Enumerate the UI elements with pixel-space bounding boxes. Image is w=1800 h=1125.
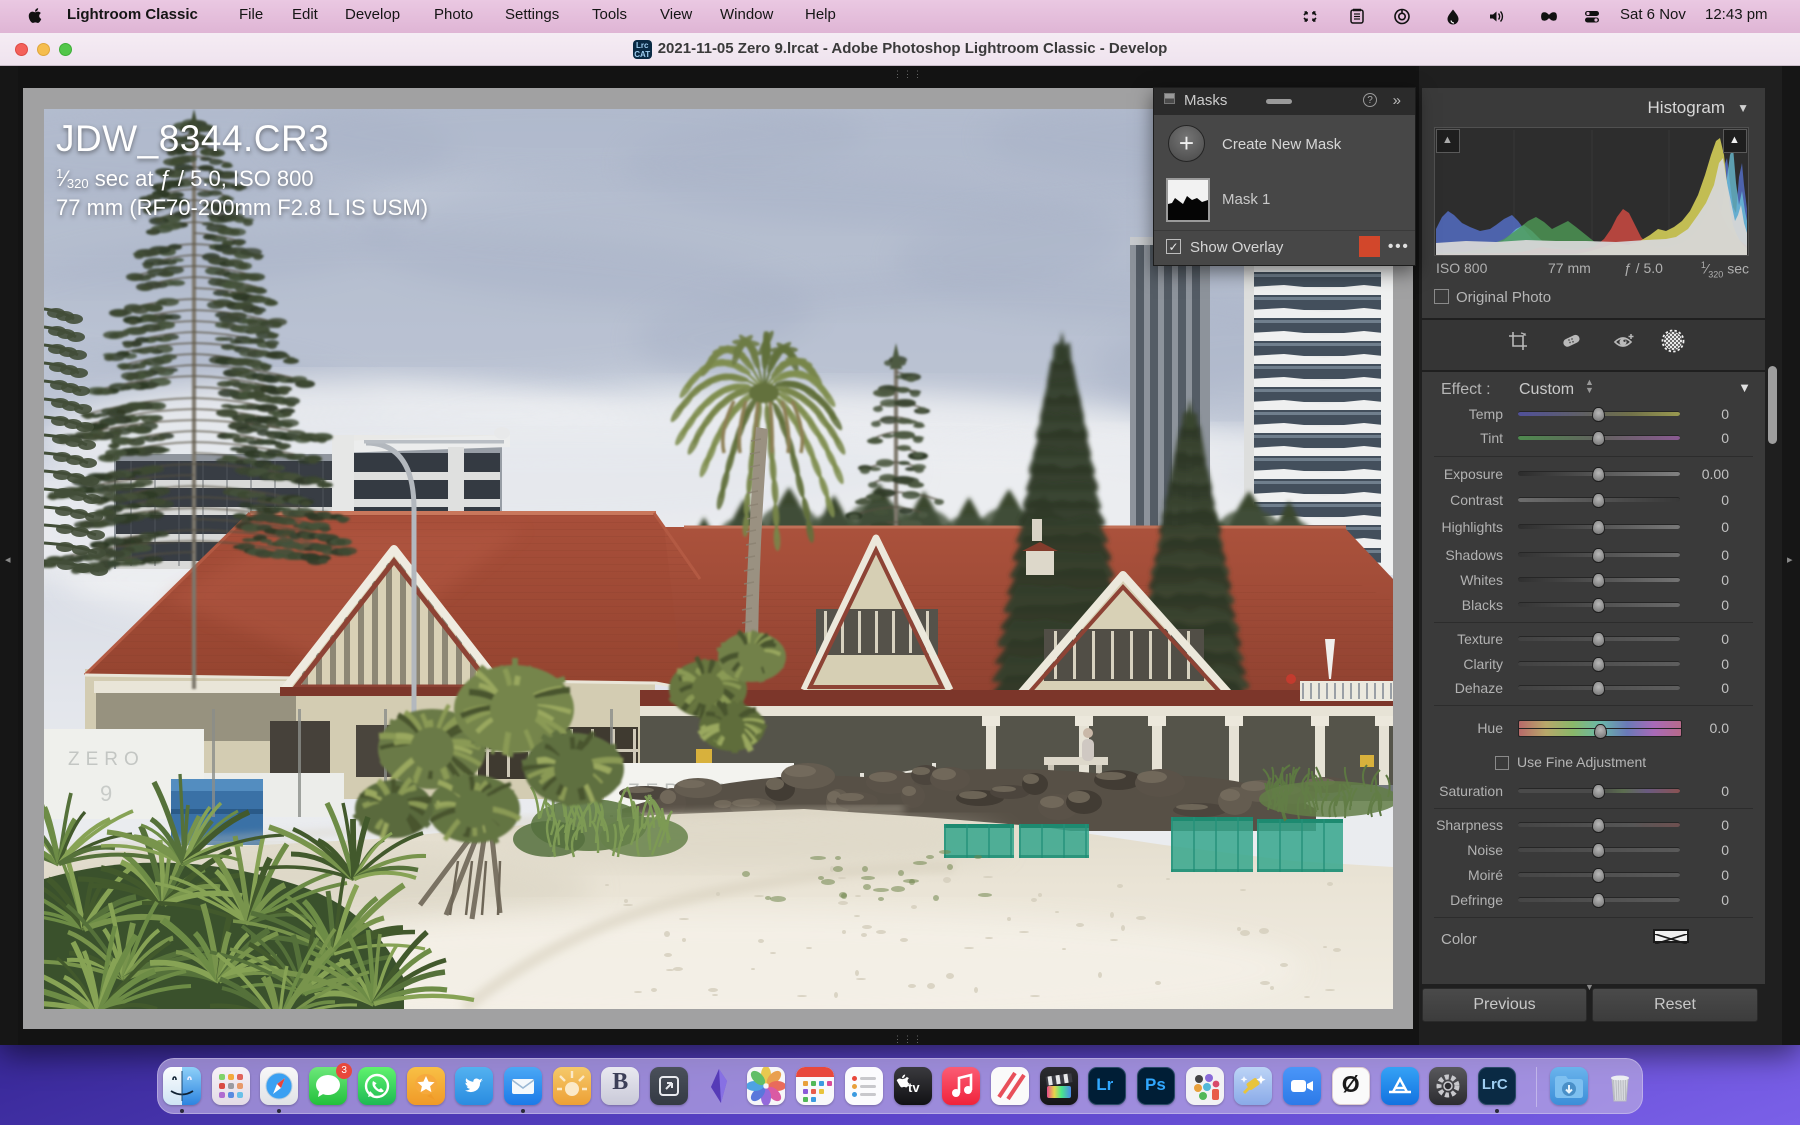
svg-text:9: 9 (100, 781, 112, 806)
svg-text:tv: tv (908, 1080, 920, 1095)
svg-text:ZERO: ZERO (68, 749, 145, 770)
